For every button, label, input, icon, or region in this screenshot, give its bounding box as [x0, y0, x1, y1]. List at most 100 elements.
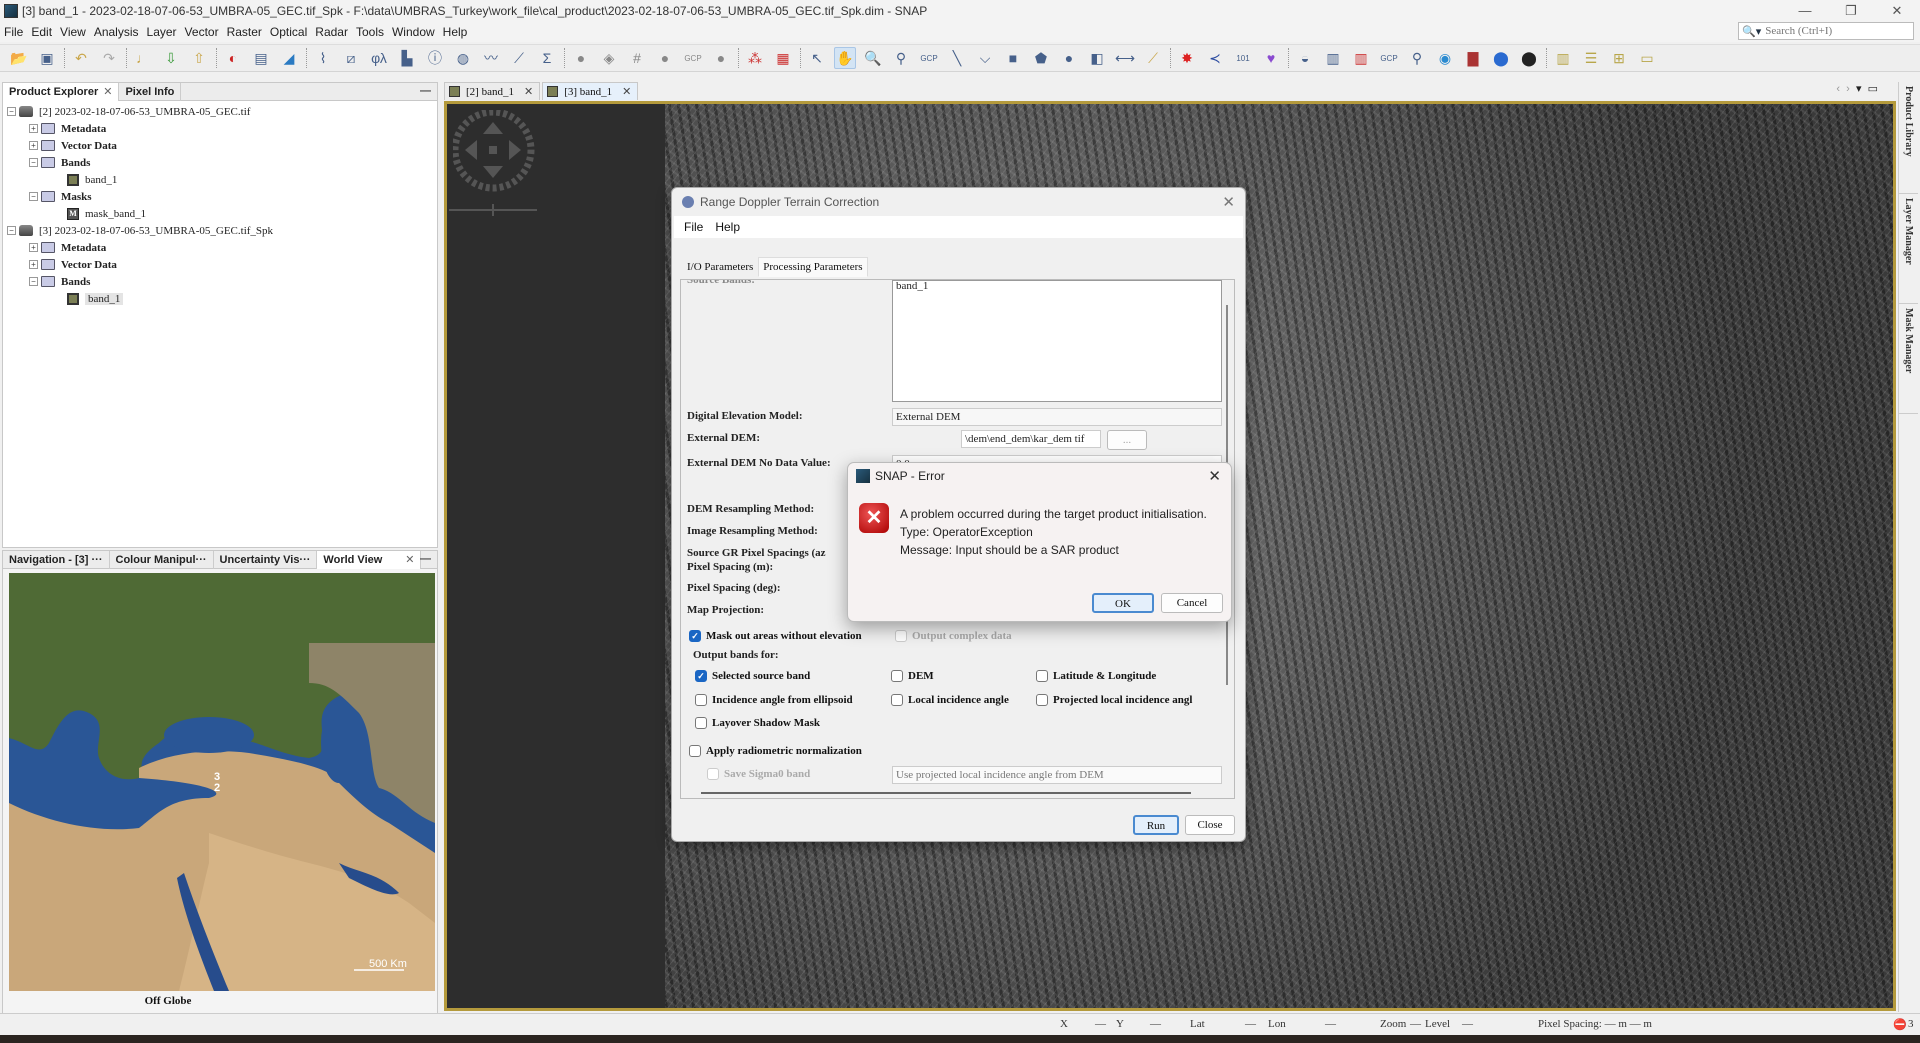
layer-manager-tab[interactable]: Layer Manager [1899, 194, 1918, 304]
tree-node[interactable]: + Vector Data [7, 256, 437, 273]
external-dem-path-input[interactable]: \dem\end_dem\kar_dem tif [961, 430, 1101, 448]
menu-view[interactable]: View [60, 25, 86, 39]
dialog-menu-file[interactable]: File [684, 220, 703, 234]
tree-node[interactable]: band_1 [7, 290, 437, 307]
select-tool-icon[interactable]: ↖ [806, 47, 828, 69]
cluster-icon[interactable]: ♥ [1260, 47, 1282, 69]
tree-node[interactable]: − Bands [7, 273, 437, 290]
batch-processing-icon[interactable]: ▦ [772, 47, 794, 69]
run-button[interactable]: Run [1133, 815, 1179, 835]
incidence-ellipsoid-checkbox[interactable]: Incidence angle from ellipsoid [695, 694, 853, 706]
ellipse-tool-icon[interactable]: ● [1058, 47, 1080, 69]
tree-node[interactable]: − [3] 2023-02-18-07-06-53_UMBRA-05_GEC.ti… [7, 222, 437, 239]
profile-plot-icon[interactable]: ◍ [452, 47, 474, 69]
expand-icon[interactable]: + [29, 243, 38, 252]
layover-shadow-mask-checkbox[interactable]: Layover Shadow Mask [695, 717, 820, 729]
sphere-icon[interactable]: ⬤ [1518, 47, 1540, 69]
source-band-item[interactable]: band_1 [896, 280, 928, 292]
magic-wand-icon[interactable]: ⟋ [1142, 47, 1164, 69]
binary-icon[interactable]: 101 [1232, 47, 1254, 69]
geometry-icon[interactable]: ⧄ [340, 47, 362, 69]
world-map[interactable]: 3 2 500 Km [9, 573, 435, 991]
minimize-panel-button[interactable]: — [420, 551, 431, 567]
cancel-button[interactable]: Cancel [1161, 593, 1223, 613]
phi-lambda-icon[interactable]: φλ [368, 47, 390, 69]
mask-manager-tab[interactable]: Mask Manager [1899, 304, 1918, 414]
product-library-tab[interactable]: Product Library [1899, 82, 1918, 194]
error-close-button[interactable]: ✕ [1208, 467, 1221, 485]
tree-node[interactable]: − Bands [7, 154, 437, 171]
tab-processing-parameters[interactable]: Processing Parameters [758, 257, 868, 277]
close-icon[interactable]: ✕ [405, 551, 414, 569]
projected-local-incidence-checkbox[interactable]: Projected local incidence angl [1036, 694, 1192, 706]
polyline-tool-icon[interactable]: ⌵ [974, 47, 996, 69]
menu-window[interactable]: Window [392, 25, 435, 39]
incidence-angle-source-select[interactable]: Use projected local incidence angle from… [892, 766, 1222, 784]
layer-icon[interactable]: ◢ [278, 47, 300, 69]
tree-node[interactable]: Mmask_band_1 [7, 205, 437, 222]
dem-band-checkbox[interactable]: DEM [891, 670, 934, 682]
globe-icon[interactable]: ⬤ [1490, 47, 1512, 69]
xy-icon[interactable]: ≺ [1204, 47, 1226, 69]
export-icon[interactable]: ⇧ [188, 47, 210, 69]
tab-band-1-product-3[interactable]: [3] band_1 ✕ [542, 82, 639, 100]
scroll-right-icon[interactable]: › [1846, 83, 1850, 95]
colour-manipulation-icon[interactable]: ▤ [250, 47, 272, 69]
coregister-icon[interactable]: ▥ [1350, 47, 1372, 69]
plot-icon[interactable]: 〰 [480, 47, 502, 69]
open-product-icon[interactable]: 📂 [8, 47, 30, 69]
search-box[interactable]: 🔍▾ [1738, 22, 1914, 40]
information-icon[interactable]: ⓘ [424, 47, 446, 69]
dem-select[interactable]: External DEM [892, 408, 1222, 426]
line-tool-icon[interactable]: ╲ [946, 47, 968, 69]
tab-product-explorer[interactable]: Product Explorer ✕ [3, 82, 120, 101]
tile-evenly-icon[interactable]: ⊞ [1608, 47, 1630, 69]
scatter-plot-icon[interactable]: ⟋ [508, 47, 530, 69]
menu-vector[interactable]: Vector [185, 25, 219, 39]
tab-colour-manipulation[interactable]: Colour Manipul··· [110, 550, 214, 569]
measure-tool-icon[interactable]: ⟷ [1114, 47, 1136, 69]
local-incidence-checkbox[interactable]: Local incidence angle [891, 694, 1009, 706]
tree-node[interactable]: + Vector Data [7, 137, 437, 154]
tab-list-icon[interactable]: ▾ [1856, 83, 1862, 95]
tab-navigation[interactable]: Navigation - [3] ··· [3, 550, 110, 569]
horizontal-scrollbar[interactable] [701, 792, 1191, 794]
menu-layer[interactable]: Layer [147, 25, 177, 39]
band-maths-icon[interactable]: ♩ [132, 47, 154, 69]
histogram-icon[interactable]: ▙ [396, 47, 418, 69]
gcp-tool-icon[interactable]: ● [570, 47, 592, 69]
tile-horizontal-icon[interactable]: ☰ [1580, 47, 1602, 69]
collapse-icon[interactable]: − [29, 277, 38, 286]
minimize-button[interactable]: — [1782, 0, 1828, 22]
menu-file[interactable]: File [4, 25, 23, 39]
tile-vertical-icon[interactable]: ▥ [1552, 47, 1574, 69]
tab-pixel-info[interactable]: Pixel Info [119, 82, 182, 101]
ok-button[interactable]: OK [1092, 593, 1154, 613]
menu-help[interactable]: Help [443, 25, 468, 39]
statistics-sum-icon[interactable]: Σ [536, 47, 558, 69]
import-icon[interactable]: ⇩ [160, 47, 182, 69]
rectangle-tool-icon[interactable]: ■ [1002, 47, 1024, 69]
collapse-icon[interactable]: − [7, 226, 16, 235]
maximize-icon[interactable]: ▭ [1868, 83, 1878, 95]
menu-optical[interactable]: Optical [270, 25, 307, 39]
menu-tools[interactable]: Tools [356, 25, 384, 39]
close-icon[interactable]: ✕ [524, 85, 533, 98]
collapse-icon[interactable]: − [29, 158, 38, 167]
dialog-menu-help[interactable]: Help [715, 220, 740, 234]
menu-edit[interactable]: Edit [31, 25, 52, 39]
source-bands-list[interactable]: band_1 [892, 280, 1222, 402]
tab-uncertainty-visualisation[interactable]: Uncertainty Vis··· [214, 550, 318, 569]
selected-source-band-checkbox[interactable]: ✓ Selected source band [695, 670, 810, 682]
gcp-export-icon[interactable]: GCP [1378, 47, 1400, 69]
zoom-tool-icon[interactable]: 🔍 [862, 47, 884, 69]
mask-out-checkbox[interactable]: ✓ Mask out areas without elevation [689, 630, 862, 642]
tab-band-1-product-2[interactable]: [2] band_1 ✕ [444, 82, 541, 100]
insert-figure-icon[interactable]: ◧ [1086, 47, 1108, 69]
browse-dem-button[interactable]: ... [1107, 430, 1147, 450]
radiometric-normalization-checkbox[interactable]: Apply radiometric normalization [689, 745, 862, 757]
restore-button[interactable]: ❐ [1828, 0, 1874, 22]
tree-node[interactable]: − Masks [7, 188, 437, 205]
zoom-slider[interactable] [449, 204, 539, 216]
spectrum-icon[interactable]: ⌇ [312, 47, 334, 69]
